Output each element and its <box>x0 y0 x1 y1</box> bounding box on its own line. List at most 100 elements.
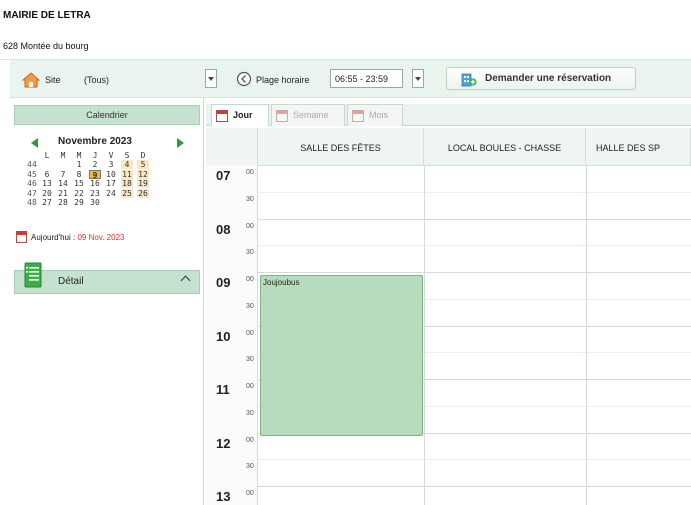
site-select[interactable]: (Tous) <box>84 75 109 85</box>
request-reservation-button[interactable]: Demander une réservation <box>446 67 636 90</box>
minute-label: 00 <box>246 490 254 497</box>
today-label: Aujourd'hui : <box>31 233 76 242</box>
week-number: 45 <box>27 169 37 179</box>
home-icon <box>22 72 40 88</box>
calendar-day[interactable]: 12 <box>137 169 149 179</box>
hour-line <box>258 218 691 220</box>
column-divider <box>424 165 425 505</box>
calendar-day[interactable]: 5 <box>137 160 149 169</box>
calendar-day[interactable]: 2 <box>89 160 101 169</box>
calendar-day[interactable]: 19 <box>137 179 149 188</box>
month-title: Novembre 2023 <box>58 136 132 147</box>
tab-week[interactable]: Semaine <box>271 104 345 126</box>
calendar-day[interactable]: 14 <box>57 179 69 188</box>
week-number: 46 <box>27 179 37 188</box>
half-hour-line <box>258 245 691 247</box>
half-hour-line <box>258 459 691 461</box>
calendar-day[interactable]: 6 <box>41 170 53 179</box>
time-column-header <box>206 128 258 165</box>
calendar-day[interactable]: 7 <box>57 170 69 179</box>
tab-label: Semaine <box>293 110 329 120</box>
calendar-day-icon <box>216 110 228 122</box>
building-add-icon <box>461 73 477 87</box>
week-number: 44 <box>27 160 37 169</box>
calendar-day[interactable]: 26 <box>137 188 149 198</box>
minute-label: 00 <box>246 276 254 283</box>
org-address: 628 Montée du bourg <box>3 41 89 51</box>
calendar-day[interactable]: 18 <box>121 179 133 188</box>
site-label: Site <box>45 75 61 85</box>
next-month-icon[interactable] <box>177 138 184 148</box>
prev-month-icon[interactable] <box>31 138 38 148</box>
weekday-header: D <box>140 151 146 160</box>
calendar-week-icon <box>276 110 288 122</box>
weekday-header: M <box>76 151 82 160</box>
hour-label: 11 <box>216 382 230 397</box>
minute-label: 00 <box>246 383 254 390</box>
column-header-label: SALLE DES FÊTES <box>300 143 381 153</box>
calendar-day[interactable]: 21 <box>57 189 69 198</box>
tab-label: Mois <box>369 110 389 120</box>
calendar-day[interactable]: 25 <box>121 188 133 198</box>
weekday-header: S <box>124 151 130 160</box>
minute-label: 00 <box>246 222 254 230</box>
calendar-day[interactable]: 11 <box>121 169 133 179</box>
calendar-day[interactable]: 20 <box>41 189 53 198</box>
calendar-day[interactable]: 15 <box>73 179 85 188</box>
calendar-day[interactable]: 1 <box>73 160 85 169</box>
column-header-halle: HALLE DES SP <box>586 128 691 165</box>
minute-label: 00 <box>246 436 254 444</box>
time-range-label: Plage horaire <box>256 75 310 85</box>
hour-line <box>258 486 691 487</box>
half-hour-line <box>258 191 691 193</box>
calendar-month-icon <box>352 110 364 122</box>
minute-label: 00 <box>246 329 254 337</box>
hour-line <box>258 165 691 166</box>
hour-label: 13 <box>216 489 231 504</box>
time-range-select[interactable]: 06:55 - 23:59 <box>330 69 403 88</box>
weekday-header: L <box>44 151 50 160</box>
calendar-day[interactable]: 9 <box>89 169 101 180</box>
calendar-day[interactable]: 13 <box>41 179 53 188</box>
document-icon <box>24 262 42 288</box>
time-range-dropdown-arrow[interactable] <box>412 69 424 88</box>
calendar-day[interactable]: 4 <box>121 160 133 169</box>
minute-label: 30 <box>246 249 254 257</box>
week-number: 47 <box>27 188 37 198</box>
tab-month[interactable]: Mois <box>347 104 403 126</box>
calendar-day[interactable]: 17 <box>105 179 117 188</box>
calendar-day[interactable]: 24 <box>105 189 117 198</box>
minute-label: 30 <box>246 302 254 310</box>
calendar-day[interactable]: 10 <box>105 170 117 179</box>
weekday-header: V <box>108 151 114 160</box>
weekday-header: M <box>60 151 66 160</box>
calendar-day[interactable]: 28 <box>57 198 69 207</box>
request-reservation-label: Demander une réservation <box>485 73 612 84</box>
calendar-icon <box>16 231 27 243</box>
calendar-day[interactable]: 30 <box>89 198 101 207</box>
calendar-day[interactable]: 29 <box>73 198 85 207</box>
hour-label: 10 <box>216 328 231 344</box>
event-title: Joujoubus <box>263 278 300 287</box>
calendar-day[interactable]: 23 <box>89 189 101 198</box>
calendar-day[interactable]: 27 <box>41 198 53 207</box>
hour-label: 09 <box>216 275 231 290</box>
clock-icon <box>236 71 252 87</box>
reservation-event[interactable]: Joujoubus <box>260 275 423 436</box>
tab-day[interactable]: Jour <box>211 104 269 126</box>
calendar-day[interactable]: 3 <box>105 160 117 169</box>
hour-label: 07 <box>216 168 231 183</box>
hour-label: 08 <box>216 221 231 237</box>
calendar-day[interactable]: 8 <box>73 170 85 179</box>
calendar-title: Calendrier <box>86 110 128 120</box>
column-header-label: LOCAL BOULES - CHASSE <box>447 143 562 153</box>
today-link[interactable]: Aujourd'hui : 09 Nov. 2023 <box>31 233 124 242</box>
calendar-day[interactable]: 22 <box>73 189 85 198</box>
site-dropdown-arrow[interactable] <box>205 69 217 88</box>
minute-label: 30 <box>246 356 254 364</box>
column-header-label: HALLE DES SP <box>596 143 661 153</box>
org-header: MAIRIE DE LETRA 628 Montée du bourg <box>0 0 691 60</box>
weekday-header: J <box>92 151 98 160</box>
calendar-day[interactable]: 16 <box>89 179 101 188</box>
hour-label: 12 <box>216 435 231 451</box>
